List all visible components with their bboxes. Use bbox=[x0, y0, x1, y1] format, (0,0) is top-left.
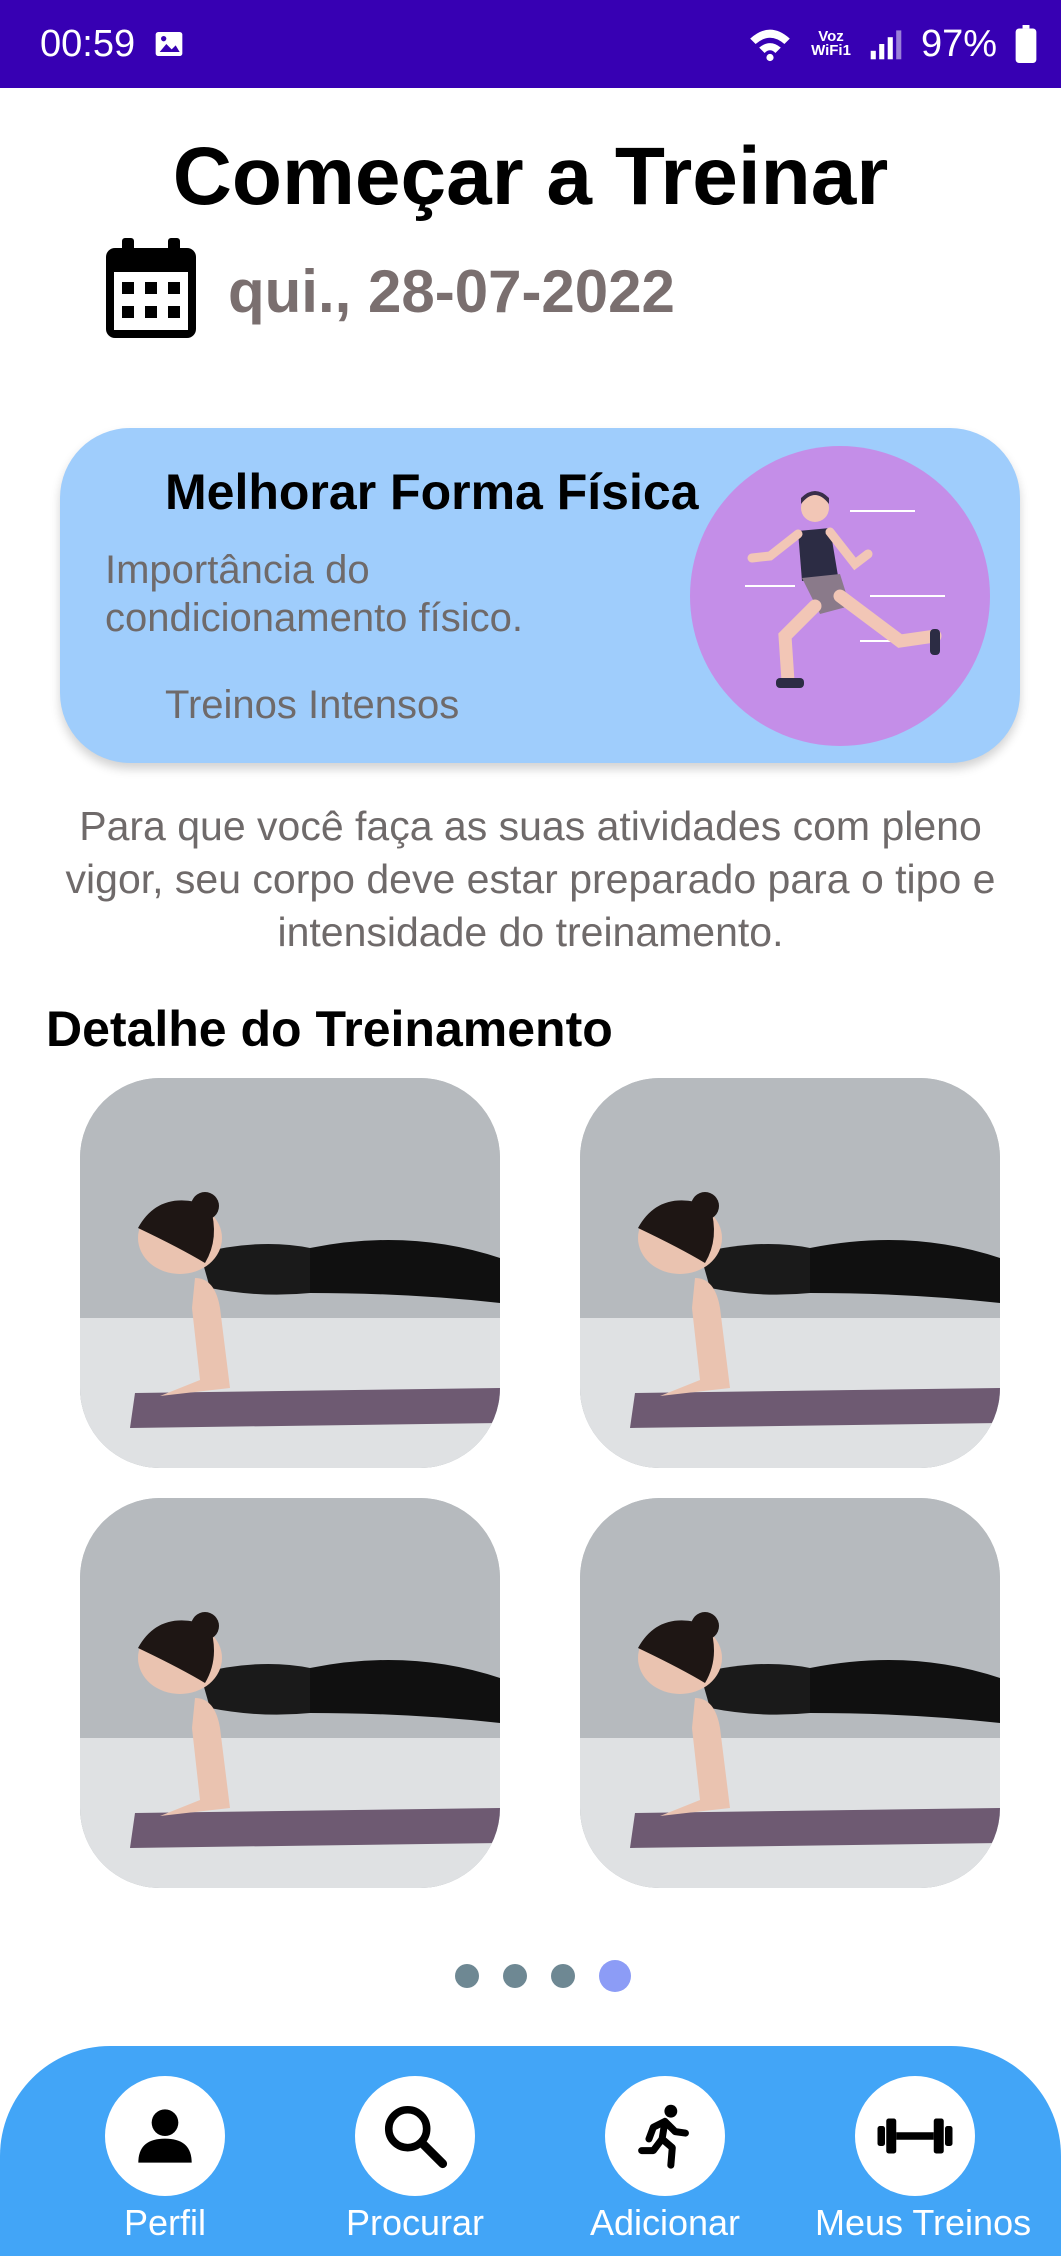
description-text: Para que você faça as suas atividades co… bbox=[65, 803, 996, 955]
nav-label-adicionar[interactable]: Adicionar bbox=[565, 2202, 765, 2244]
nav-item-adicionar[interactable]: Adicionar bbox=[565, 2076, 765, 2244]
nav-item-meus-treinos[interactable]: Meus Treinos bbox=[815, 2076, 1031, 2244]
network-type-label: Voz WiFi1 bbox=[811, 29, 851, 59]
signal-icon bbox=[869, 27, 903, 61]
battery-icon bbox=[1015, 25, 1037, 63]
card-subtitle: Importância do condicionamento físico. bbox=[105, 548, 524, 640]
person-icon[interactable] bbox=[105, 2076, 225, 2196]
gallery-notification-icon bbox=[153, 28, 185, 60]
carousel-dot[interactable] bbox=[455, 1964, 479, 1988]
exercise-image-plank[interactable] bbox=[580, 1078, 1000, 1468]
calendar-icon[interactable] bbox=[104, 238, 198, 345]
nav-label-procurar[interactable]: Procurar bbox=[315, 2202, 515, 2244]
page-title: Começar a Treinar bbox=[172, 131, 889, 222]
nav-item-perfil[interactable]: Perfil bbox=[65, 2076, 265, 2244]
nav-label-meus-treinos[interactable]: Meus Treinos bbox=[815, 2202, 1031, 2244]
exercise-image-plank[interactable] bbox=[80, 1498, 500, 1888]
battery-percent: 97% bbox=[920, 22, 997, 65]
status-time: 00:59 bbox=[40, 22, 136, 65]
carousel-dot[interactable] bbox=[551, 1964, 575, 1988]
carousel-indicator bbox=[455, 1960, 631, 1992]
section-title: Detalhe do Treinamento bbox=[46, 1001, 613, 1057]
card-title: Melhorar Forma Física bbox=[165, 464, 699, 520]
nav-label-perfil[interactable]: Perfil bbox=[65, 2202, 265, 2244]
fitness-card[interactable]: Melhorar Forma Física Importância do con… bbox=[60, 428, 1020, 763]
dumbbell-icon[interactable] bbox=[855, 2076, 975, 2196]
network-label-bottom: WiFi1 bbox=[811, 42, 851, 59]
carousel-dot-active[interactable] bbox=[599, 1960, 631, 1992]
exercise-image-plank[interactable] bbox=[80, 1078, 500, 1468]
exercise-image-plank[interactable] bbox=[580, 1498, 1000, 1888]
search-icon[interactable] bbox=[355, 2076, 475, 2196]
bottom-navigation: Perfil Procurar Adicionar Meus Treinos bbox=[0, 2046, 1061, 2256]
date-label[interactable]: qui., 28-07-2022 bbox=[228, 257, 675, 326]
carousel-dot[interactable] bbox=[503, 1964, 527, 1988]
status-bar: 00:59 Voz WiFi1 97% bbox=[0, 0, 1061, 88]
wifi-icon bbox=[747, 26, 793, 62]
date-row: qui., 28-07-2022 bbox=[104, 238, 675, 345]
runner-icon[interactable] bbox=[605, 2076, 725, 2196]
card-tag: Treinos Intensos bbox=[165, 683, 460, 727]
runner-illustration bbox=[690, 446, 990, 746]
nav-item-procurar[interactable]: Procurar bbox=[315, 2076, 515, 2244]
